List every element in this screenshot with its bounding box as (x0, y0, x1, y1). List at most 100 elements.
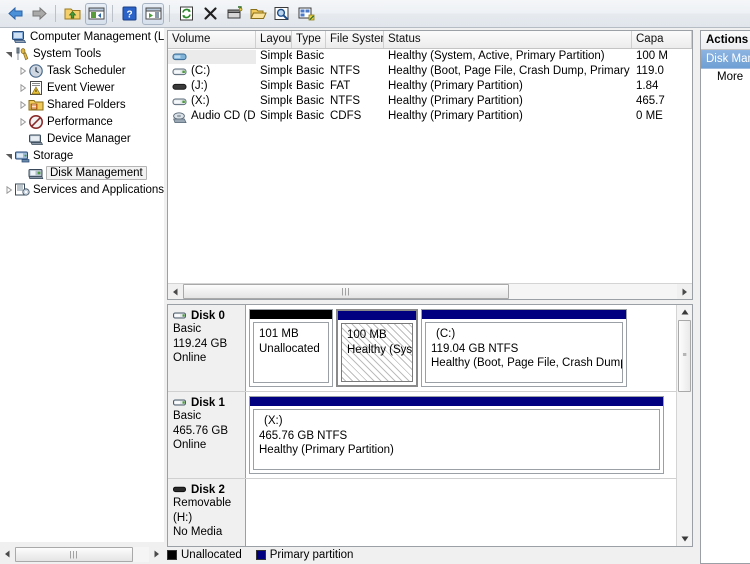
partition-info-line: 465.76 GB NTFS (259, 429, 348, 442)
column-header-filesystem[interactable]: File System (326, 31, 384, 48)
volume-row[interactable]: (X:) Simple Basic NTFS Healthy (Primary Part… (168, 94, 692, 109)
sidebar-item-label: Device Manager (47, 132, 131, 145)
status-cell: Healthy (Primary Partition) (388, 80, 523, 92)
partition-block[interactable]: 100 MB Healthy (Syste (336, 309, 418, 387)
sidebar-item-device-manager[interactable]: Device Manager (0, 130, 164, 147)
sidebar-item-event-viewer[interactable]: Event Viewer (0, 79, 164, 96)
expander-none (17, 130, 28, 147)
sidebar-item-system-tools[interactable]: System Tools (0, 45, 164, 62)
volume-list-pane[interactable]: Volume Layout Type File System Status Ca… (167, 30, 693, 300)
volume-drive-icon (172, 65, 188, 79)
volume-cell[interactable] (168, 49, 256, 64)
partition-info-line: Healthy (Boot, Page File, Crash Dump, Pr… (431, 357, 622, 369)
chevron-right-icon[interactable] (17, 79, 28, 96)
disk-icon (173, 397, 188, 409)
console-tree[interactable]: Computer Management (Local System Tools T… (0, 28, 164, 542)
chevron-right-icon[interactable] (17, 113, 28, 130)
disk-meta-line: Online (173, 352, 207, 364)
sidebar-item-shared-folders[interactable]: Shared Folders (0, 96, 164, 113)
sidebar-item-task-scheduler[interactable]: Task Scheduler (0, 62, 164, 79)
capacity-cell: 465.7 (636, 95, 665, 107)
all-tasks-icon[interactable] (295, 3, 317, 25)
tree-scroll-left-arrow[interactable] (0, 547, 15, 562)
partition-info-line: 119.04 GB NTFS (431, 342, 519, 355)
volume-row[interactable]: (C:) Simple Basic NTFS Healthy (Boot, Page F… (168, 64, 692, 79)
volume-row[interactable]: Simple Basic Healthy (System, Active, Prim… (168, 49, 692, 64)
graphical-scroll-thumb[interactable]: ≡ (678, 320, 691, 392)
tree-scroll-thumb[interactable]: ||| (15, 546, 133, 562)
disk-info-panel[interactable]: Disk 1 Basic 465.76 GB Online (168, 392, 246, 478)
volume-cell[interactable]: (J:) (168, 79, 256, 94)
performance-icon (28, 114, 44, 130)
chevron-down-icon[interactable] (3, 147, 14, 164)
sidebar-item-storage[interactable]: Storage (0, 147, 164, 164)
volume-row[interactable]: (J:) Simple Basic FAT Healthy (Primary Parti… (168, 79, 692, 94)
graphical-scroll-up-arrow[interactable] (677, 305, 692, 319)
list-scroll-right-arrow[interactable] (677, 284, 692, 299)
filesystem-cell: CDFS (330, 110, 362, 122)
volume-list-body: Simple Basic Healthy (System, Active, Prim… (168, 49, 692, 124)
disk-row[interactable]: Disk 0 Basic 119.24 GB Online 101 MB Unalloca… (168, 305, 692, 392)
graphical-disk-view[interactable]: Disk 0 Basic 119.24 GB Online 101 MB Unalloca… (167, 304, 693, 547)
status-cell: Healthy (System, Active, Primary Partiti… (388, 50, 605, 62)
help-icon[interactable]: ? (118, 3, 140, 25)
partition-details: 101 MB Unallocated (253, 322, 329, 383)
partition-block[interactable]: (X:) 465.76 GB NTFS Healthy (Primary Parti… (249, 396, 664, 474)
volume-cell[interactable]: Audio CD (D:) (168, 109, 256, 124)
column-header-layout[interactable]: Layout (256, 31, 292, 48)
type-cell: Basic (296, 50, 325, 62)
graphical-view-vscrollbar[interactable]: ≡ (676, 305, 692, 546)
partition-color-bar (250, 397, 663, 406)
volume-cd-icon (172, 110, 188, 124)
volume-cell[interactable]: (X:) (168, 94, 256, 109)
status-cell: Healthy (Boot, Page File, Crash Dump, Pr… (388, 65, 632, 77)
chevron-right-icon[interactable] (17, 96, 28, 113)
tree-hscrollbar[interactable]: ||| (0, 546, 164, 562)
actions-item-disk-management[interactable]: Disk Man (701, 50, 750, 69)
graphical-scroll-down-arrow[interactable] (677, 532, 692, 546)
volume-list-hscrollbar[interactable]: ||| (168, 283, 692, 299)
sidebar-item-performance[interactable]: Performance (0, 113, 164, 130)
refresh-icon[interactable] (175, 3, 197, 25)
sidebar-item-services-and-applications[interactable]: Services and Applications (0, 181, 164, 198)
disk-info-panel[interactable]: Disk 2 Removable (H:) No Media (168, 479, 246, 546)
up-folder-icon[interactable] (61, 3, 83, 25)
partition-block[interactable]: 101 MB Unallocated (249, 309, 333, 387)
open-icon[interactable] (247, 3, 269, 25)
show-hide-action-pane-icon[interactable] (142, 2, 164, 25)
sidebar-item-label: Storage (33, 149, 74, 162)
list-scroll-left-arrow[interactable] (168, 284, 183, 299)
disk-row[interactable]: Disk 1 Basic 465.76 GB Online (X:) 465.76 GB … (168, 392, 692, 479)
tree-scroll-right-arrow[interactable] (149, 547, 164, 562)
services-icon (14, 182, 30, 198)
column-header-type[interactable]: Type (292, 31, 326, 48)
chevron-right-icon[interactable] (17, 62, 28, 79)
actions-pane[interactable]: Actions Disk Man More (700, 30, 750, 564)
list-scroll-track[interactable]: ||| (183, 284, 677, 299)
chevron-down-icon[interactable] (3, 45, 14, 62)
volume-cell[interactable]: (C:) (168, 64, 256, 79)
back-icon[interactable] (4, 3, 26, 25)
actions-pane-splitter[interactable] (693, 28, 700, 564)
column-header-capacity[interactable]: Capa (632, 31, 692, 48)
forward-icon[interactable] (28, 3, 50, 25)
delete-icon[interactable] (199, 3, 221, 25)
partition-info-line: Healthy (Primary Partition) (259, 444, 394, 456)
tree-root[interactable]: Computer Management (Local (0, 28, 164, 45)
chevron-right-icon[interactable] (3, 181, 14, 198)
filesystem-cell: FAT (330, 80, 351, 92)
list-scroll-thumb[interactable]: ||| (183, 284, 509, 299)
column-header-status[interactable]: Status (384, 31, 632, 48)
column-header-volume[interactable]: Volume (168, 31, 256, 48)
show-hide-console-tree-icon[interactable] (85, 2, 107, 25)
actions-item-more[interactable]: More (701, 69, 750, 85)
sidebar-item-label: Shared Folders (47, 98, 126, 111)
sidebar-item-disk-management[interactable]: Disk Management (0, 164, 164, 181)
disk-info-panel[interactable]: Disk 0 Basic 119.24 GB Online (168, 305, 246, 391)
rescan-disks-icon[interactable] (271, 3, 293, 25)
volume-row[interactable]: Audio CD (D:) Simple Basic CDFS Healthy (Pri… (168, 109, 692, 124)
partition-block[interactable]: (C:) 119.04 GB NTFS Healthy (Boot, Page Fi… (421, 309, 627, 387)
disk-row[interactable]: Disk 2 Removable (H:) No Media (168, 479, 692, 546)
tree-scroll-track[interactable]: ||| (15, 546, 149, 562)
properties-icon[interactable] (223, 3, 245, 25)
